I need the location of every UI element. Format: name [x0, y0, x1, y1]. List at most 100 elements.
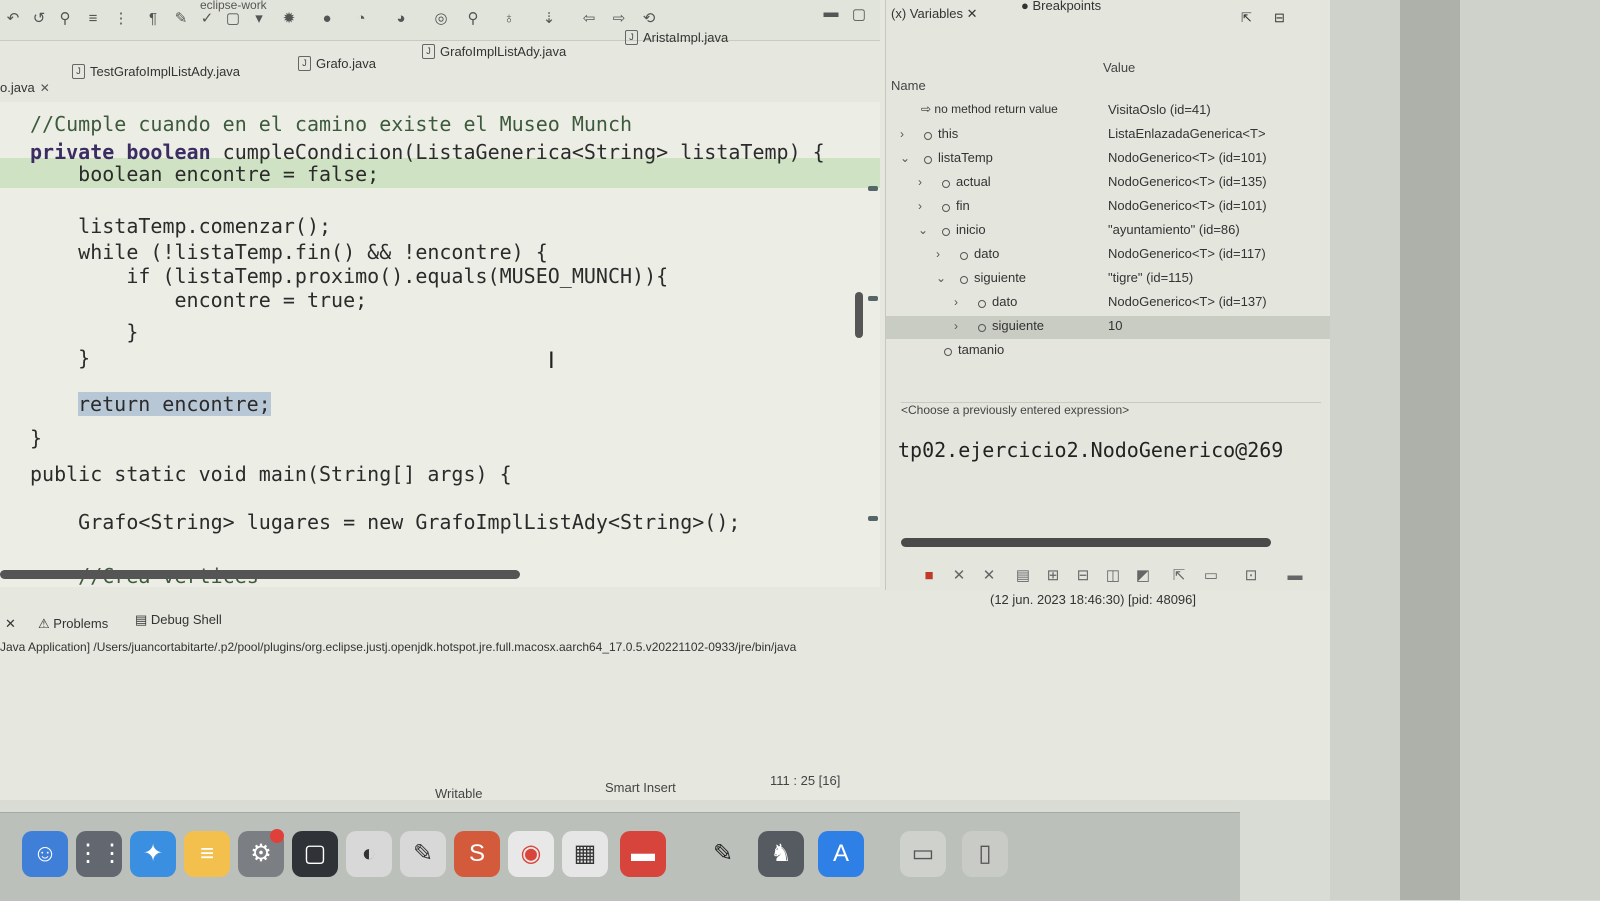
tab-test-grafo[interactable]: J TestGrafoImplListAdy.java	[72, 64, 240, 79]
collapse-all-icon[interactable]: ⇱	[1241, 10, 1252, 26]
tableplus-icon[interactable]: ♞	[758, 831, 804, 877]
variable-row-this[interactable]: › this ListaEnlazadaGenerica<T>	[886, 124, 1331, 147]
variable-row-dato-nested[interactable]: › dato NodoGenerico<T> (id=137)	[886, 292, 1331, 315]
undo-icon[interactable]: ↺	[30, 10, 48, 28]
editor-horizontal-scrollbar[interactable]	[0, 570, 520, 579]
downloads-icon[interactable]: ▭	[900, 831, 946, 877]
variable-row-actual[interactable]: › actual NodoGenerico<T> (id=135)	[886, 172, 1331, 195]
navigate-back-icon[interactable]: ⇦	[580, 10, 598, 28]
app-store-icon[interactable]: A	[818, 831, 864, 877]
sublime-icon[interactable]: S	[454, 831, 500, 877]
chrome-icon[interactable]: ◉	[508, 831, 554, 877]
close-icon[interactable]: ✕	[40, 81, 50, 95]
overview-marker[interactable]	[868, 186, 878, 191]
tab-grafo-impl[interactable]: J GrafoImplListAdy.java	[422, 44, 566, 59]
tab-debug-shell[interactable]: ▤ Debug Shell	[135, 612, 222, 628]
tab-arista-impl[interactable]: J AristaImpl.java	[625, 30, 728, 45]
new-class-icon[interactable]: ◎	[432, 10, 450, 28]
expression-placeholder: <Choose a previously entered expression>	[901, 403, 1130, 417]
variable-row-siguiente-nested[interactable]: › siguiente 10	[886, 316, 1331, 339]
chevron-right-icon[interactable]: ›	[918, 199, 922, 213]
minimize-icon[interactable]: ▬	[822, 4, 840, 22]
variable-row-return-value[interactable]: ⇨ no method return value VisitaOslo (id=…	[886, 100, 1331, 123]
task-icon[interactable]: ▢	[224, 10, 242, 28]
pin-console-icon[interactable]: ⇱	[1168, 565, 1190, 587]
tab-variables-label: Variables	[909, 6, 964, 21]
open-console-icon[interactable]: ⊡	[1240, 565, 1262, 587]
tab-label: o.java	[0, 80, 35, 95]
run-icon[interactable]: ●	[318, 10, 336, 28]
debug-icon[interactable]: ✹	[280, 10, 298, 28]
close-icon[interactable]: ✕	[967, 6, 978, 21]
python-icon[interactable]: ✎	[400, 831, 446, 877]
trash-icon[interactable]: ▯	[962, 831, 1008, 877]
finder-icon[interactable]: ☺	[22, 831, 68, 877]
navigate-forward-icon[interactable]: ⇨	[610, 10, 628, 28]
annotation-icon[interactable]: ♁	[500, 10, 518, 28]
chevron-down-icon[interactable]: ⌄	[900, 151, 910, 165]
calendar-icon[interactable]: ▬	[620, 831, 666, 877]
remove-launch-icon[interactable]: ✕	[948, 565, 970, 587]
tab-breakpoints-label: Breakpoints	[1032, 0, 1102, 13]
variable-row-tamanio[interactable]: tamanio	[886, 340, 1331, 363]
tab-problems[interactable]: ⚠ Problems	[38, 616, 108, 632]
expression-selector[interactable]: <Choose a previously entered expression>	[901, 402, 1321, 427]
code-editor[interactable]: //Cumple cuando en el camino existe el M…	[0, 102, 880, 587]
external-tools-icon[interactable]: ◕	[392, 10, 410, 28]
scroll-lock-icon[interactable]: ⊞	[1042, 565, 1064, 587]
outline-icon[interactable]: ⋮	[112, 10, 130, 28]
minimize-icon[interactable]: ▬	[1284, 565, 1306, 587]
next-annotation-icon[interactable]: ⇣	[540, 10, 558, 28]
chevron-down-icon[interactable]: ⌄	[918, 223, 928, 237]
display-console-icon[interactable]: ▭	[1200, 565, 1222, 587]
maximize-icon[interactable]: ▢	[850, 6, 868, 24]
variable-value: 10	[1108, 318, 1123, 333]
code-line-grafo: Grafo<String> lugares = new GrafoImplLis…	[30, 510, 741, 534]
show-on-error-icon[interactable]: ◩	[1132, 565, 1154, 587]
word-wrap-icon[interactable]: ⊟	[1072, 565, 1094, 587]
code-line-comment: //Cumple cuando en el camino existe el M…	[30, 112, 633, 136]
pin-icon[interactable]: ⚲	[56, 10, 74, 28]
format-icon[interactable]: ≡	[84, 10, 102, 28]
variable-row-fin[interactable]: › fin NodoGenerico<T> (id=101)	[886, 196, 1331, 219]
clear-console-icon[interactable]: ▤	[1012, 565, 1034, 587]
chevron-right-icon[interactable]: ›	[954, 295, 958, 309]
back-icon[interactable]: ↶	[4, 10, 22, 28]
edit-icon[interactable]: ✎	[172, 10, 190, 28]
chevron-right-icon[interactable]: ›	[918, 175, 922, 189]
calculator-icon[interactable]: ▦	[562, 831, 608, 877]
chevron-right-icon[interactable]: ›	[936, 247, 940, 261]
launchpad-icon[interactable]: ⋮⋮	[76, 831, 124, 877]
terminal-icon[interactable]: ▢	[292, 831, 338, 877]
bookmark-icon[interactable]: ✓	[198, 10, 216, 28]
coverage-icon[interactable]: ◔	[352, 10, 370, 28]
eclipse-icon[interactable]: ◐	[346, 831, 392, 877]
remove-all-icon[interactable]: ✕	[978, 565, 1000, 587]
tab-o-java[interactable]: o.java ✕	[0, 80, 50, 95]
detail-horizontal-scrollbar[interactable]	[901, 538, 1271, 547]
tab-grafo[interactable]: J Grafo.java	[298, 56, 376, 71]
filter-icon[interactable]: ▾	[250, 10, 268, 28]
notes-icon[interactable]: ≡	[184, 831, 230, 877]
paragraph-icon[interactable]: ¶	[144, 10, 162, 28]
tab-variables[interactable]: (x) Variables ✕	[891, 6, 978, 22]
scripteditor-icon[interactable]: ✎	[700, 831, 746, 877]
last-edit-icon[interactable]: ⟲	[640, 10, 658, 28]
close-icon[interactable]: ✕	[5, 616, 16, 632]
chevron-down-icon[interactable]: ⌄	[936, 271, 946, 285]
variable-row-dato[interactable]: › dato NodoGenerico<T> (id=117)	[886, 244, 1331, 267]
overview-marker[interactable]	[868, 516, 878, 521]
tab-breakpoints[interactable]: ● Breakpoints	[1021, 0, 1101, 13]
overview-marker[interactable]	[868, 296, 878, 301]
show-on-output-icon[interactable]: ◫	[1102, 565, 1124, 587]
search-icon[interactable]: ⚲	[464, 10, 482, 28]
chevron-right-icon[interactable]: ›	[954, 319, 958, 333]
safari-icon[interactable]: ✦	[130, 831, 176, 877]
chevron-right-icon[interactable]: ›	[900, 127, 904, 141]
editor-vertical-scrollbar[interactable]	[855, 292, 863, 338]
terminate-icon[interactable]: ■	[918, 565, 940, 587]
variable-row-inicio[interactable]: ⌄ inicio "ayuntamiento" (id=86)	[886, 220, 1331, 243]
variable-row-siguiente[interactable]: ⌄ siguiente "tigre" (id=115)	[886, 268, 1331, 291]
variable-row-listatemp[interactable]: ⌄ listaTemp NodoGenerico<T> (id=101)	[886, 148, 1331, 171]
view-menu-icon[interactable]: ⊟	[1274, 10, 1285, 26]
